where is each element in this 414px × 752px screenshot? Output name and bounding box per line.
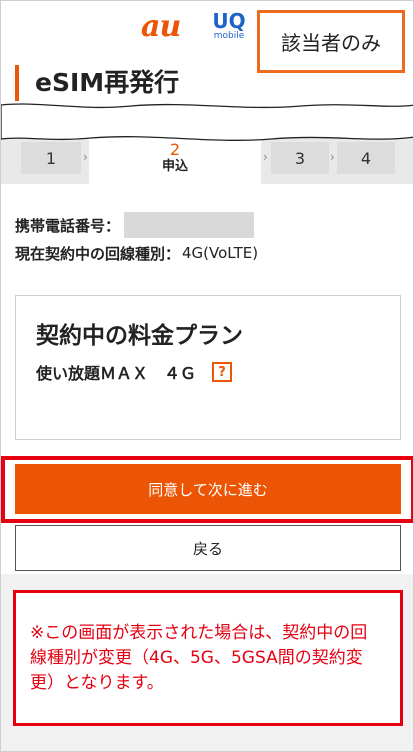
applicable-only-tag: 該当者のみ — [257, 10, 405, 73]
line-type-change-note: ※この画面が表示された場合は、契約中の回線種別が変更（4G、5G、5GSA間の契… — [13, 590, 403, 726]
step-3: 3 — [271, 142, 329, 174]
phone-number-row: 携帯電話番号： — [15, 211, 258, 239]
line-type-row: 現在契約中の回線種別： 4G(VoLTE) — [15, 239, 258, 267]
back-button[interactable]: 戻る — [15, 525, 401, 571]
torn-edge-divider — [1, 103, 413, 141]
page-title: eSIM再発行 — [15, 65, 179, 101]
plan-card-title: 契約中の料金プラン — [36, 323, 243, 349]
chevron-right-icon: › — [330, 150, 335, 164]
current-plan-card: 契約中の料金プラン 使い放題ＭＡＸ ４Ｇ ? — [15, 295, 401, 440]
app-frame: au UQ mobile 該当者のみ eSIM再発行 1 › 2 申込 › 3 … — [0, 0, 414, 752]
phone-number-label: 携帯電話番号： — [15, 216, 121, 235]
uq-logo-subtext: mobile — [213, 31, 245, 41]
contract-info: 携帯電話番号： 現在契約中の回線種別： 4G(VoLTE) — [15, 211, 258, 267]
step-1: 1 — [21, 142, 81, 174]
help-icon[interactable]: ? — [212, 362, 233, 382]
plan-name-row: 使い放題ＭＡＸ ４Ｇ ? — [36, 360, 233, 384]
phone-number-masked — [124, 212, 255, 238]
agree-next-button[interactable]: 同意して次に進む — [15, 464, 401, 514]
chevron-right-icon: › — [263, 150, 268, 164]
uq-mobile-logo: UQ mobile — [211, 11, 247, 41]
step-4: 4 — [337, 142, 395, 174]
step-2-label: 申込 — [161, 159, 188, 174]
au-logo: au — [141, 9, 181, 44]
line-type-value: 4G(VoLTE) — [182, 244, 259, 262]
chevron-right-icon: › — [83, 150, 88, 164]
line-type-label: 現在契約中の回線種別： — [15, 244, 181, 263]
uq-logo-text: UQ — [212, 9, 246, 33]
plan-name: 使い放題ＭＡＸ ４Ｇ — [36, 364, 197, 383]
